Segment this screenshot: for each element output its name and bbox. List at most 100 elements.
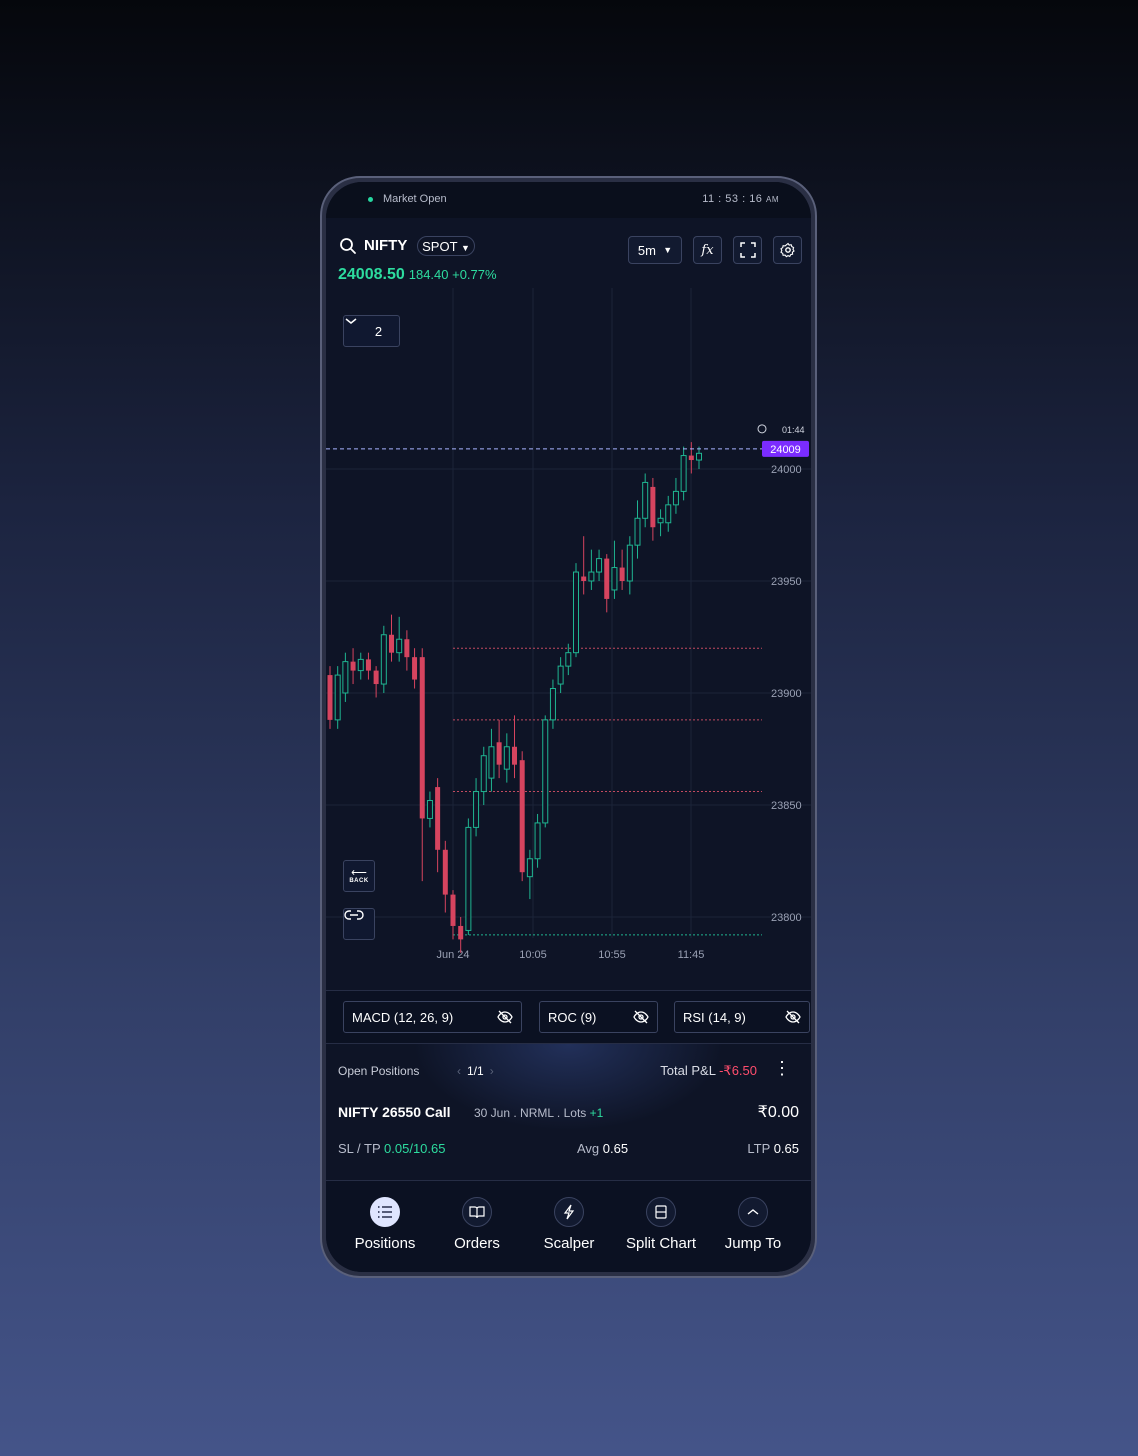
price-line: 24008.50 184.40 +0.77%: [338, 266, 497, 284]
candle-timer: 01:44: [782, 425, 805, 435]
nav-jump-to[interactable]: Jump To: [708, 1197, 798, 1252]
indicator-macd[interactable]: MACD (12, 26, 9): [343, 1001, 522, 1033]
timer-icon: [757, 424, 767, 434]
chevron-down-icon: ▼: [663, 245, 673, 255]
app-screen: Market Open 11 : 53 : 16 AM NIFTY SPOT ▼…: [326, 182, 811, 1272]
candle-body: [465, 826, 472, 931]
indicator-rsi[interactable]: RSI (14, 9): [674, 1001, 810, 1033]
candle-body: [380, 634, 387, 685]
total-pnl-value: -₹6.50: [719, 1063, 757, 1078]
fullscreen-button[interactable]: [733, 236, 762, 264]
candle-body: [634, 517, 641, 546]
candle-body: [680, 455, 687, 492]
positions-title: Open Positions: [338, 1064, 420, 1078]
chevron-left-icon[interactable]: ‹: [457, 1064, 461, 1078]
y-tick-label: 23850: [771, 800, 802, 812]
back-button[interactable]: ⟵ BACK: [343, 860, 375, 892]
settings-button[interactable]: [773, 236, 802, 264]
y-tick-label: 23900: [771, 688, 802, 700]
link-button[interactable]: [343, 908, 375, 940]
eye-off-icon[interactable]: [785, 1010, 801, 1024]
lightning-icon: [554, 1197, 584, 1227]
interval-label: 5m: [637, 242, 656, 258]
candle-body: [688, 455, 694, 461]
function-icon: fx: [701, 242, 714, 258]
indicator-roc[interactable]: ROC (9): [539, 1001, 658, 1033]
candle-body: [557, 665, 564, 685]
back-label: BACK: [349, 877, 369, 884]
bottom-nav: Positions Orders Scalper Split Chart Jum…: [326, 1180, 811, 1272]
nav-scalper[interactable]: Scalper: [524, 1197, 614, 1252]
chevron-up-icon: [738, 1197, 768, 1227]
candle-body: [373, 670, 379, 685]
split-icon: [646, 1197, 676, 1227]
candle-body: [503, 746, 510, 770]
ltp-label: LTP: [747, 1141, 771, 1156]
position-pnl: ₹0.00: [757, 1104, 799, 1121]
clock-time: 11 : 53 : 16: [702, 193, 763, 205]
candle-body: [496, 742, 502, 765]
nav-label: Positions: [354, 1235, 416, 1252]
total-pnl-label: Total P&L: [660, 1063, 716, 1078]
candle-body: [642, 481, 649, 519]
link-icon: [344, 910, 364, 920]
candlestick-chart[interactable]: 24000 23950 23900 23850 23800 Jun 24 10:05 10:5…: [326, 288, 811, 988]
position-meta: 30 Jun . NRML . Lots +1: [474, 1106, 603, 1120]
candle-body: [435, 787, 441, 850]
candle-body: [450, 894, 456, 926]
nav-orders[interactable]: Orders: [432, 1197, 522, 1252]
segment-label: SPOT: [422, 239, 458, 254]
sl-tp[interactable]: SL / TP 0.05/10.65: [338, 1141, 445, 1156]
clock-ampm: AM: [766, 195, 779, 204]
layers-toggle[interactable]: 2: [343, 315, 400, 347]
candle-body: [526, 858, 533, 878]
y-tick-label: 23950: [771, 576, 802, 588]
indicators-button[interactable]: fx: [693, 236, 722, 264]
candle-body: [573, 571, 579, 654]
avg-value: 0.65: [602, 1141, 629, 1156]
nav-split-chart[interactable]: Split Chart: [616, 1197, 706, 1252]
candle-body: [565, 652, 572, 667]
interval-dropdown[interactable]: 5m ▼: [628, 236, 682, 264]
nav-label: Split Chart: [625, 1235, 697, 1252]
candle-body: [419, 657, 425, 819]
candle-body: [542, 719, 549, 824]
nav-positions[interactable]: Positions: [340, 1197, 430, 1252]
clock: 11 : 53 : 16 AM: [702, 193, 779, 205]
market-status: Market Open: [383, 193, 447, 205]
segment-dropdown[interactable]: SPOT ▼: [417, 236, 475, 256]
candle-body: [334, 674, 341, 721]
candle-body: [534, 822, 541, 860]
candle-body: [549, 688, 556, 721]
candle-body: [480, 755, 487, 793]
candle-body: [512, 746, 517, 765]
last-price: 24008.50: [338, 266, 405, 283]
symbol-name[interactable]: NIFTY: [364, 237, 407, 254]
avg-price: Avg 0.65: [577, 1141, 628, 1156]
y-tick-label: 23800: [771, 912, 802, 924]
candle-body: [696, 452, 702, 461]
price-chart[interactable]: 24000 23950 23900 23850 23800 Jun 24 10:05 10:5…: [326, 288, 811, 988]
chevron-down-icon: ▼: [460, 243, 470, 253]
chevron-right-icon[interactable]: ›: [490, 1064, 494, 1078]
eye-off-icon[interactable]: [633, 1010, 649, 1024]
position-meta-text: 30 Jun . NRML . Lots: [474, 1106, 587, 1120]
candle-body: [588, 571, 595, 582]
candle-body: [365, 659, 371, 671]
list-icon: [370, 1197, 400, 1227]
eye-off-icon[interactable]: [497, 1010, 513, 1024]
indicator-label: MACD (12, 26, 9): [352, 1009, 454, 1025]
position-name[interactable]: NIFTY 26550 Call: [338, 1104, 451, 1120]
candle-body: [581, 576, 587, 581]
candle-body: [412, 657, 418, 680]
position-lots: +1: [589, 1106, 604, 1120]
x-tick-label: Jun 24: [436, 949, 469, 961]
more-options-icon[interactable]: ⋮: [773, 1058, 791, 1079]
candle-body: [604, 558, 610, 599]
search-icon[interactable]: [339, 237, 357, 255]
x-tick-label: 10:05: [519, 949, 547, 961]
status-bar: Market Open 11 : 53 : 16 AM: [326, 182, 811, 218]
candle-body: [396, 638, 403, 654]
candle-body: [357, 658, 364, 672]
candle-body: [442, 849, 448, 895]
